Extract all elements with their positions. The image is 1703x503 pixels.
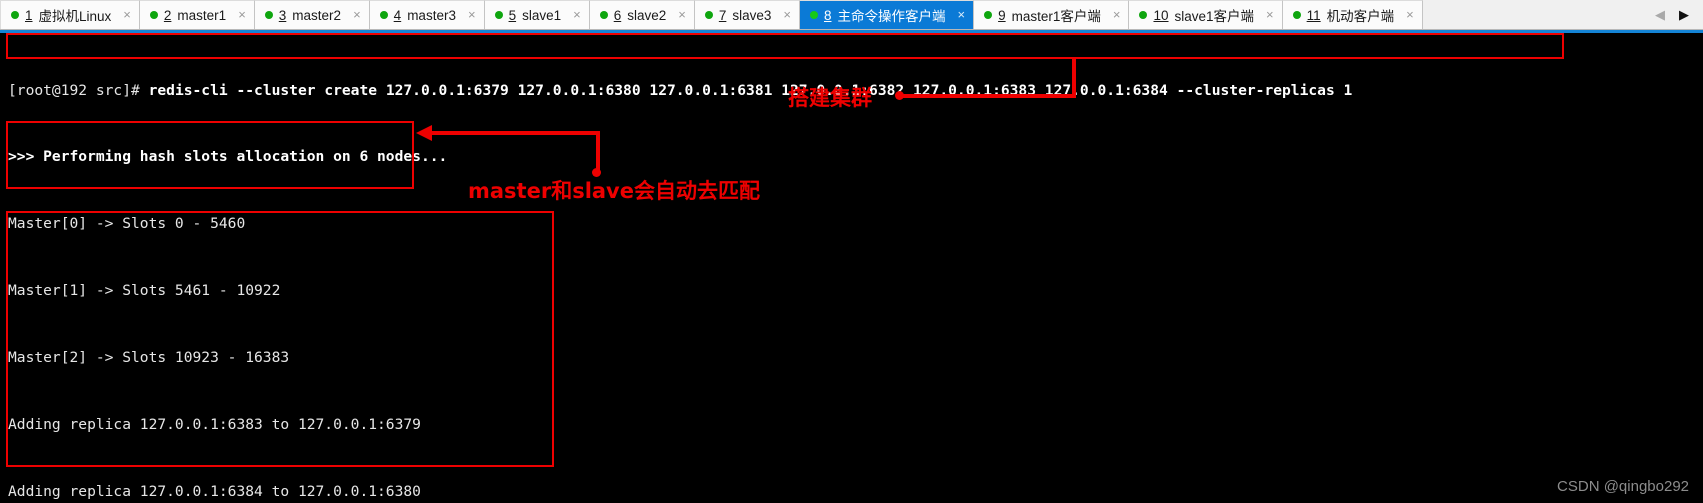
- status-dot-icon: [149, 11, 158, 19]
- status-dot-icon: [704, 11, 713, 19]
- tab-3[interactable]: 3 master2 ×: [254, 0, 370, 29]
- annotation-leader-build-cluster-vertical: [1072, 59, 1076, 98]
- tab-2[interactable]: 2 master1 ×: [139, 0, 255, 29]
- tab-label: master2: [292, 7, 342, 23]
- tab-5[interactable]: 5 slave1 ×: [484, 0, 590, 29]
- watermark: CSDN @qingbo292: [1557, 478, 1689, 495]
- annotation-label-match: master和slave会自动去匹配: [468, 179, 760, 203]
- close-icon[interactable]: ×: [1406, 8, 1414, 22]
- close-icon[interactable]: ×: [1266, 8, 1274, 22]
- tab-label: 虚拟机Linux: [38, 9, 112, 24]
- tab-label: master1: [177, 7, 227, 23]
- tab-label: master1客户端: [1011, 9, 1101, 24]
- status-dot-icon: [11, 11, 19, 19]
- tab-number: 11: [1306, 7, 1321, 23]
- tab-number: 9: [998, 7, 1006, 23]
- tab-label: slave3: [732, 7, 772, 23]
- terminal-top-accent-bar: [0, 30, 1703, 33]
- tab-8-active[interactable]: 8 主命令操作客户端 ×: [799, 0, 975, 29]
- close-icon[interactable]: ×: [958, 8, 966, 22]
- tab-label: master3: [407, 7, 456, 23]
- chevron-right-icon[interactable]: ▶: [1679, 8, 1689, 21]
- chevron-left-icon[interactable]: ◀: [1655, 8, 1665, 21]
- tab-1[interactable]: 1 虚拟机Linux ×: [0, 0, 140, 29]
- status-dot-icon: [264, 11, 273, 19]
- tab-number: 6: [613, 7, 622, 23]
- close-icon[interactable]: ×: [468, 8, 476, 22]
- tab-label: 主命令操作客户端: [837, 9, 946, 24]
- annotation-label-build-cluster: 搭建集群: [788, 86, 872, 110]
- close-icon[interactable]: ×: [353, 8, 361, 22]
- output-line: Master[2] -> Slots 10923 - 16383: [8, 349, 290, 367]
- close-icon[interactable]: ×: [238, 8, 246, 22]
- output-line: Master[1] -> Slots 5461 - 10922: [8, 282, 281, 300]
- status-dot-icon: [809, 11, 818, 19]
- tab-7[interactable]: 7 slave3 ×: [694, 0, 800, 29]
- tab-label: 机动客户端: [1326, 9, 1395, 24]
- output-line: Master[0] -> Slots 0 - 5460: [8, 215, 246, 233]
- annotation-leader-match-horizontal: [432, 131, 600, 135]
- tab-label: slave1客户端: [1174, 9, 1255, 24]
- tab-4[interactable]: 4 master3 ×: [369, 0, 485, 29]
- status-dot-icon: [599, 11, 608, 19]
- close-icon[interactable]: ×: [123, 8, 131, 22]
- status-dot-icon: [379, 11, 388, 19]
- close-icon[interactable]: ×: [783, 8, 791, 22]
- tab-number: 2: [163, 7, 172, 23]
- terminal-command-line: [root@192 src]# redis-cli --cluster crea…: [8, 80, 1352, 102]
- tab-number: 5: [508, 7, 517, 23]
- status-dot-icon: [494, 11, 503, 19]
- command-text: redis-cli --cluster create 127.0.0.1:637…: [148, 81, 1353, 99]
- screenshot-root: 1 虚拟机Linux × 2 master1 × 3 master2 × 4 m…: [0, 0, 1703, 503]
- tab-number: 8: [823, 7, 832, 23]
- shell-prompt: [root@192 src]#: [8, 81, 149, 99]
- tab-number: 1: [25, 7, 33, 23]
- output-line: Adding replica 127.0.0.1:6383 to 127.0.0…: [8, 416, 421, 434]
- tab-11[interactable]: 11 机动客户端 ×: [1282, 0, 1423, 29]
- terminal-output: [root@192 src]# redis-cli --cluster crea…: [8, 35, 1352, 503]
- output-line: >>> Performing hash slots allocation on …: [8, 148, 448, 166]
- annotation-leader-build-cluster-horizontal: [900, 94, 1076, 98]
- annotation-arrowhead-match: [416, 125, 432, 141]
- status-dot-icon: [984, 11, 993, 19]
- tab-bar: 1 虚拟机Linux × 2 master1 × 3 master2 × 4 m…: [0, 0, 1703, 30]
- tab-label: slave1: [522, 7, 562, 23]
- tab-10[interactable]: 10 slave1客户端 ×: [1129, 0, 1283, 29]
- status-dot-icon: [1292, 11, 1301, 19]
- tab-number: 4: [393, 7, 402, 23]
- terminal-panel[interactable]: [root@192 src]# redis-cli --cluster crea…: [0, 30, 1703, 503]
- tab-label: slave2: [627, 7, 667, 23]
- tab-number: 10: [1153, 7, 1169, 23]
- annotation-dot-build-cluster: [895, 91, 904, 100]
- status-dot-icon: [1139, 11, 1148, 19]
- tab-9[interactable]: 9 master1客户端 ×: [974, 0, 1130, 29]
- annotation-leader-match-vertical: [596, 131, 600, 172]
- tab-number: 3: [278, 7, 287, 23]
- close-icon[interactable]: ×: [573, 8, 581, 22]
- close-icon[interactable]: ×: [1113, 8, 1121, 22]
- tab-6[interactable]: 6 slave2 ×: [589, 0, 695, 29]
- output-line: Adding replica 127.0.0.1:6384 to 127.0.0…: [8, 482, 421, 500]
- tab-nav-arrows: ◀ ▶: [1637, 0, 1703, 29]
- tab-number: 7: [718, 7, 727, 23]
- close-icon[interactable]: ×: [678, 8, 686, 22]
